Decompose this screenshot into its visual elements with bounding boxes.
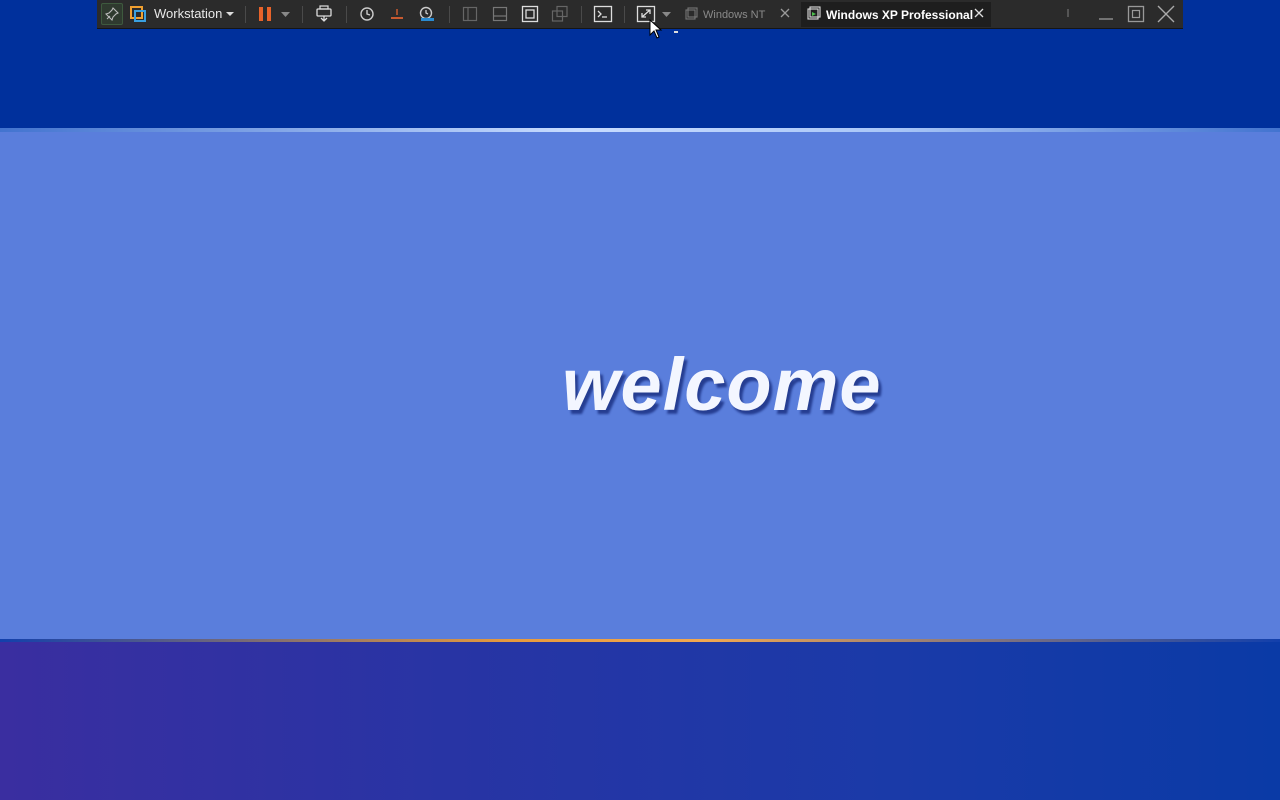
chevron-down-icon	[280, 11, 290, 17]
restore-button[interactable]	[1124, 3, 1148, 25]
pause-vm-button[interactable]	[255, 3, 275, 25]
vmware-workstation-icon	[130, 6, 146, 22]
snapshot-manager-icon	[418, 6, 436, 22]
close-icon[interactable]	[973, 7, 985, 22]
tab-label: Windows NT	[703, 8, 766, 21]
toolbar-divider	[346, 6, 347, 23]
toolbar-drag-grip[interactable]	[1067, 9, 1069, 17]
full-screen-icon	[521, 5, 539, 23]
pin-icon	[105, 7, 119, 21]
toolbar-divider	[581, 6, 582, 23]
vm-tab-icon	[807, 6, 821, 23]
welcome-bottom-band	[0, 642, 1280, 800]
console-view-icon	[593, 5, 613, 23]
mouse-cursor-icon	[649, 18, 663, 44]
show-thumbnail-bar-button[interactable]	[489, 3, 511, 25]
full-screen-button[interactable]	[519, 3, 541, 25]
power-dropdown[interactable]	[279, 3, 291, 25]
pin-toolbar-button[interactable]	[101, 3, 123, 25]
ctrl-alt-del-icon	[315, 5, 333, 23]
close-icon[interactable]	[779, 7, 791, 22]
vm-tab-icon	[685, 6, 698, 23]
send-ctrl-alt-del-button[interactable]	[313, 3, 335, 25]
chevron-down-icon	[225, 11, 235, 17]
toolbar-divider	[245, 6, 246, 23]
tab-windows-nt[interactable]: Windows NT	[679, 2, 797, 27]
sidebar-layout-icon	[462, 6, 478, 22]
tab-windows-xp-professional[interactable]: Windows XP Professional	[801, 2, 991, 27]
revert-snapshot-icon	[389, 6, 405, 22]
snapshot-icon	[359, 6, 375, 22]
exit-full-screen-button[interactable]	[1154, 3, 1178, 25]
unity-icon	[551, 5, 569, 23]
workstation-label[interactable]: Workstation	[154, 6, 222, 21]
console-view-button[interactable]	[591, 3, 615, 25]
show-library-button[interactable]	[459, 3, 481, 25]
take-snapshot-button[interactable]	[356, 3, 378, 25]
toolbar-divider	[449, 6, 450, 23]
chevron-down-icon	[661, 11, 671, 17]
revert-snapshot-button[interactable]	[386, 3, 408, 25]
pause-icon	[258, 6, 272, 22]
restore-icon	[1127, 5, 1145, 23]
snapshot-manager-button[interactable]	[416, 3, 438, 25]
workstation-dropdown[interactable]	[223, 3, 237, 25]
tooltip-indicator	[674, 31, 678, 33]
toolbar-divider	[302, 6, 303, 23]
vmware-fullscreen-toolbar: Workstation Windows NT Windows XP Profes…	[97, 0, 1183, 29]
welcome-text: welcome	[562, 343, 882, 426]
tab-label: Windows XP Professional	[826, 7, 974, 22]
toolbar-divider	[624, 6, 625, 23]
unity-button[interactable]	[549, 3, 571, 25]
close-icon	[1156, 4, 1176, 24]
minimize-button[interactable]	[1094, 3, 1118, 25]
workstation-menu-button[interactable]	[128, 3, 148, 25]
thumbnail-layout-icon	[492, 6, 508, 22]
minimize-icon	[1097, 5, 1115, 23]
